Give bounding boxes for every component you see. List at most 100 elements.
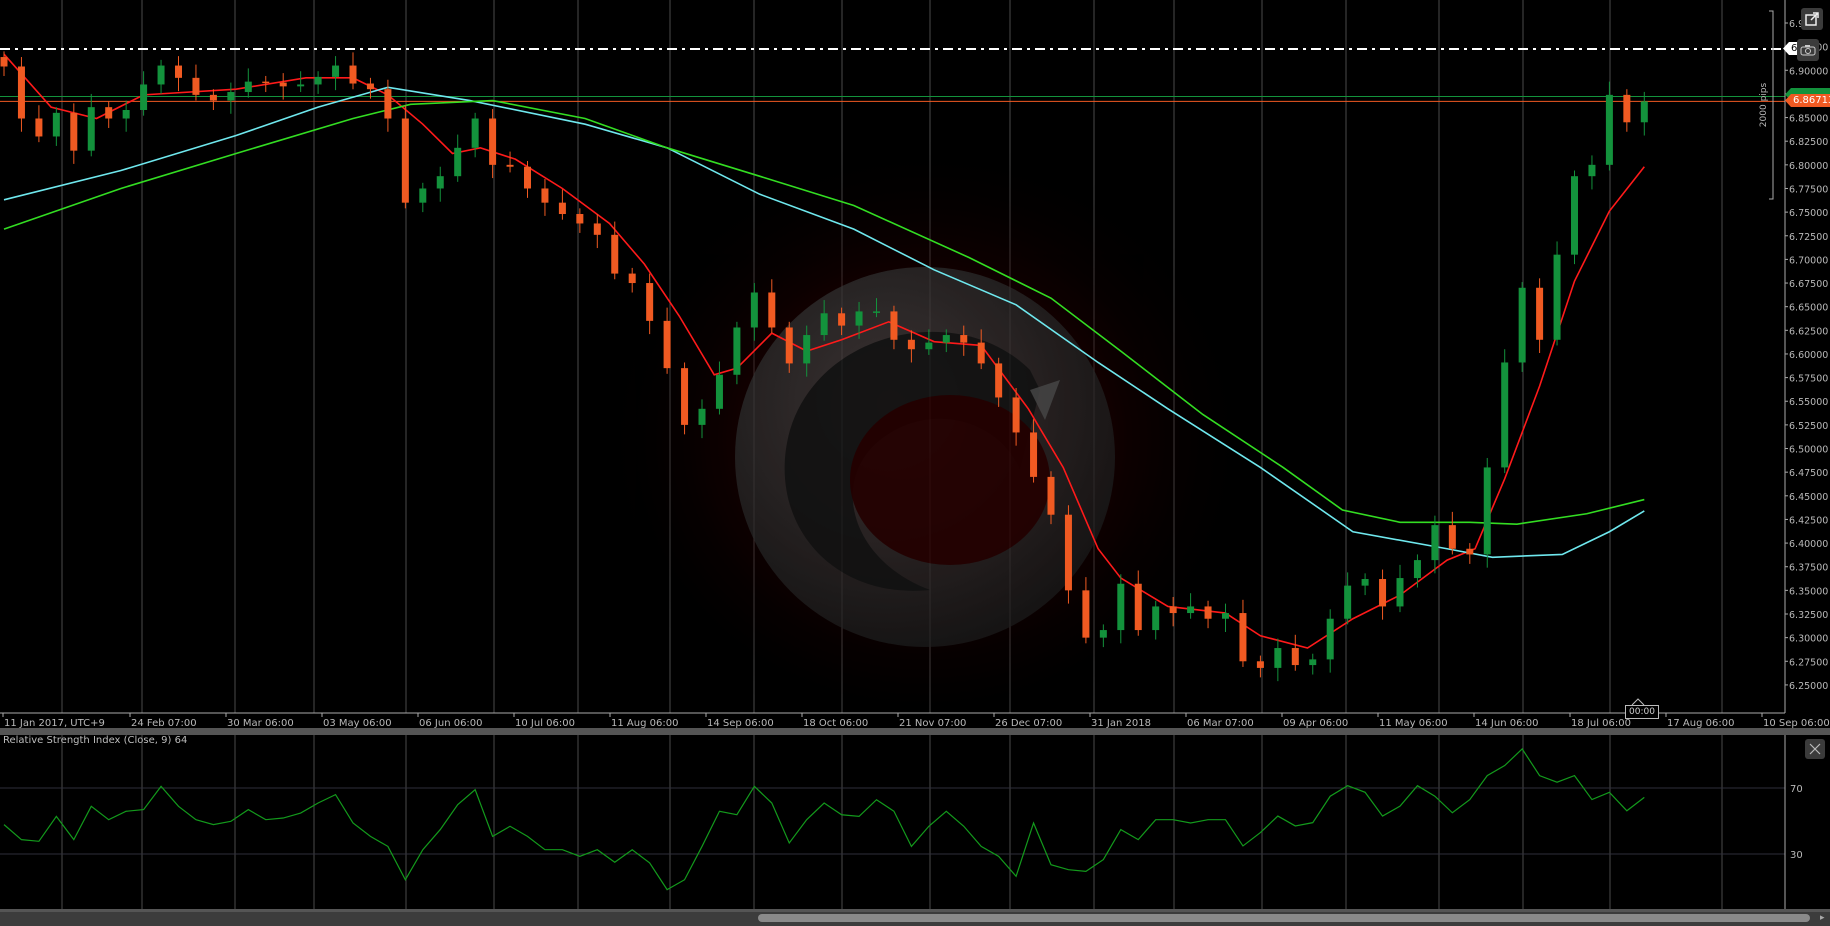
candle [1064, 505, 1072, 604]
candle-body [1448, 525, 1456, 549]
x-tick-label: 11 May 06:00 [1379, 718, 1448, 729]
y-tick-label: 6.47500 [1789, 468, 1828, 479]
current-price-tag: 6.86713 [1785, 94, 1830, 107]
candle-body [1536, 287, 1544, 340]
candle [576, 208, 584, 233]
candle [611, 221, 619, 280]
candle-body [1623, 94, 1631, 123]
candle-body [524, 166, 531, 189]
x-tick-label: 11 Aug 06:00 [611, 718, 678, 729]
candle-body [855, 311, 863, 326]
x-tick-label: 14 Jun 06:00 [1475, 718, 1539, 729]
popout-button[interactable] [1801, 8, 1823, 30]
candle-body [157, 65, 165, 85]
candle [489, 109, 497, 179]
y-tick-label: 6.42500 [1789, 515, 1828, 526]
candle [314, 71, 322, 94]
candle-body [1239, 613, 1247, 662]
candle [279, 73, 287, 100]
y-tick-label: 6.45000 [1789, 492, 1828, 503]
x-tick-label: 17 Aug 06:00 [1667, 718, 1734, 729]
x-tick-label: 14 Sep 06:00 [707, 718, 774, 729]
candle-body [1361, 579, 1369, 586]
rsi-panel: 70 30 [0, 747, 1803, 891]
candle-body [890, 311, 898, 340]
candle [17, 57, 25, 132]
candle-body [52, 112, 60, 137]
screenshot-button[interactable] [1797, 39, 1819, 61]
candle-body [1256, 661, 1264, 668]
candle-body [1553, 254, 1561, 340]
candle [1483, 457, 1491, 568]
candle-body [1169, 606, 1177, 614]
candle-body [454, 147, 462, 177]
candle-body [1204, 606, 1212, 619]
candle-body [244, 81, 252, 93]
y-tick-label: 6.90000 [1789, 66, 1828, 77]
candle-body [506, 164, 514, 167]
candle [140, 71, 148, 116]
horizontal-lines[interactable] [0, 48, 1785, 102]
y-tick-label: 6.72500 [1789, 232, 1828, 243]
y-tick-label: 6.32500 [1789, 610, 1828, 621]
candle [227, 82, 235, 114]
candle [1448, 511, 1456, 555]
candle [1326, 609, 1334, 673]
candle [593, 214, 601, 249]
scrollbar-thumb[interactable] [758, 914, 1810, 922]
y-tick-label: 6.57500 [1789, 374, 1828, 385]
candle-body [192, 77, 200, 95]
candle-body [332, 65, 340, 77]
candle-body [279, 82, 287, 87]
candle-body [140, 84, 148, 110]
watermark-logo [595, 140, 1255, 740]
x-tick-label: 26 Dec 07:00 [995, 718, 1062, 729]
crosshair-time-label: 00:00 [1625, 705, 1659, 719]
candle [1623, 89, 1631, 132]
x-tick-label: 18 Jul 06:00 [1571, 718, 1631, 729]
measure-label: 2000 pips [1759, 83, 1769, 128]
candle [1466, 543, 1474, 564]
candle [628, 267, 636, 293]
scroll-right-arrow-icon[interactable]: ▸ [1820, 912, 1830, 924]
candle-body [820, 313, 828, 336]
candle [1222, 603, 1229, 632]
candle-body [907, 339, 915, 350]
candle-body [175, 65, 182, 78]
y-tick-label: 6.40000 [1789, 539, 1828, 550]
candle [0, 51, 8, 76]
candle [87, 93, 95, 157]
candle-body [1187, 606, 1195, 614]
candle [436, 166, 444, 202]
candle [349, 52, 357, 90]
candle [1501, 349, 1509, 474]
x-tick-label: 06 Mar 07:00 [1187, 718, 1254, 729]
candle-body [576, 214, 584, 224]
candle-body [384, 89, 392, 119]
y-tick-label: 6.82500 [1789, 137, 1828, 148]
candle-body [1222, 613, 1229, 619]
candle-body [87, 107, 95, 151]
candle-body [297, 84, 305, 87]
candle-body [995, 363, 1003, 398]
close-rsi-button[interactable] [1805, 739, 1825, 759]
candle-body [1134, 583, 1142, 631]
rsi-title: Relative Strength Index (Close, 9) 64 [3, 735, 188, 746]
candle [1274, 638, 1282, 682]
candle [52, 107, 60, 146]
candle-body [1431, 525, 1439, 561]
chart-canvas[interactable]: 70 30 11 Jan 2017, UTC+9 24 Feb 07:00 30 Ma… [0, 0, 1830, 926]
candle [175, 56, 182, 92]
y-tick-label: 6.75000 [1789, 208, 1828, 219]
candle-body [471, 118, 479, 148]
candle-body [593, 223, 601, 235]
panel-separator[interactable] [0, 728, 1830, 735]
candle [1413, 554, 1421, 588]
candle-body [977, 342, 985, 364]
candle-body [541, 188, 549, 203]
candle-body [1030, 432, 1038, 477]
x-tick-label: 10 Sep 06:00 [1763, 718, 1830, 729]
candle-body [1344, 585, 1352, 619]
rsi-tick-label: 70 [1790, 784, 1803, 795]
candle [1518, 282, 1526, 372]
